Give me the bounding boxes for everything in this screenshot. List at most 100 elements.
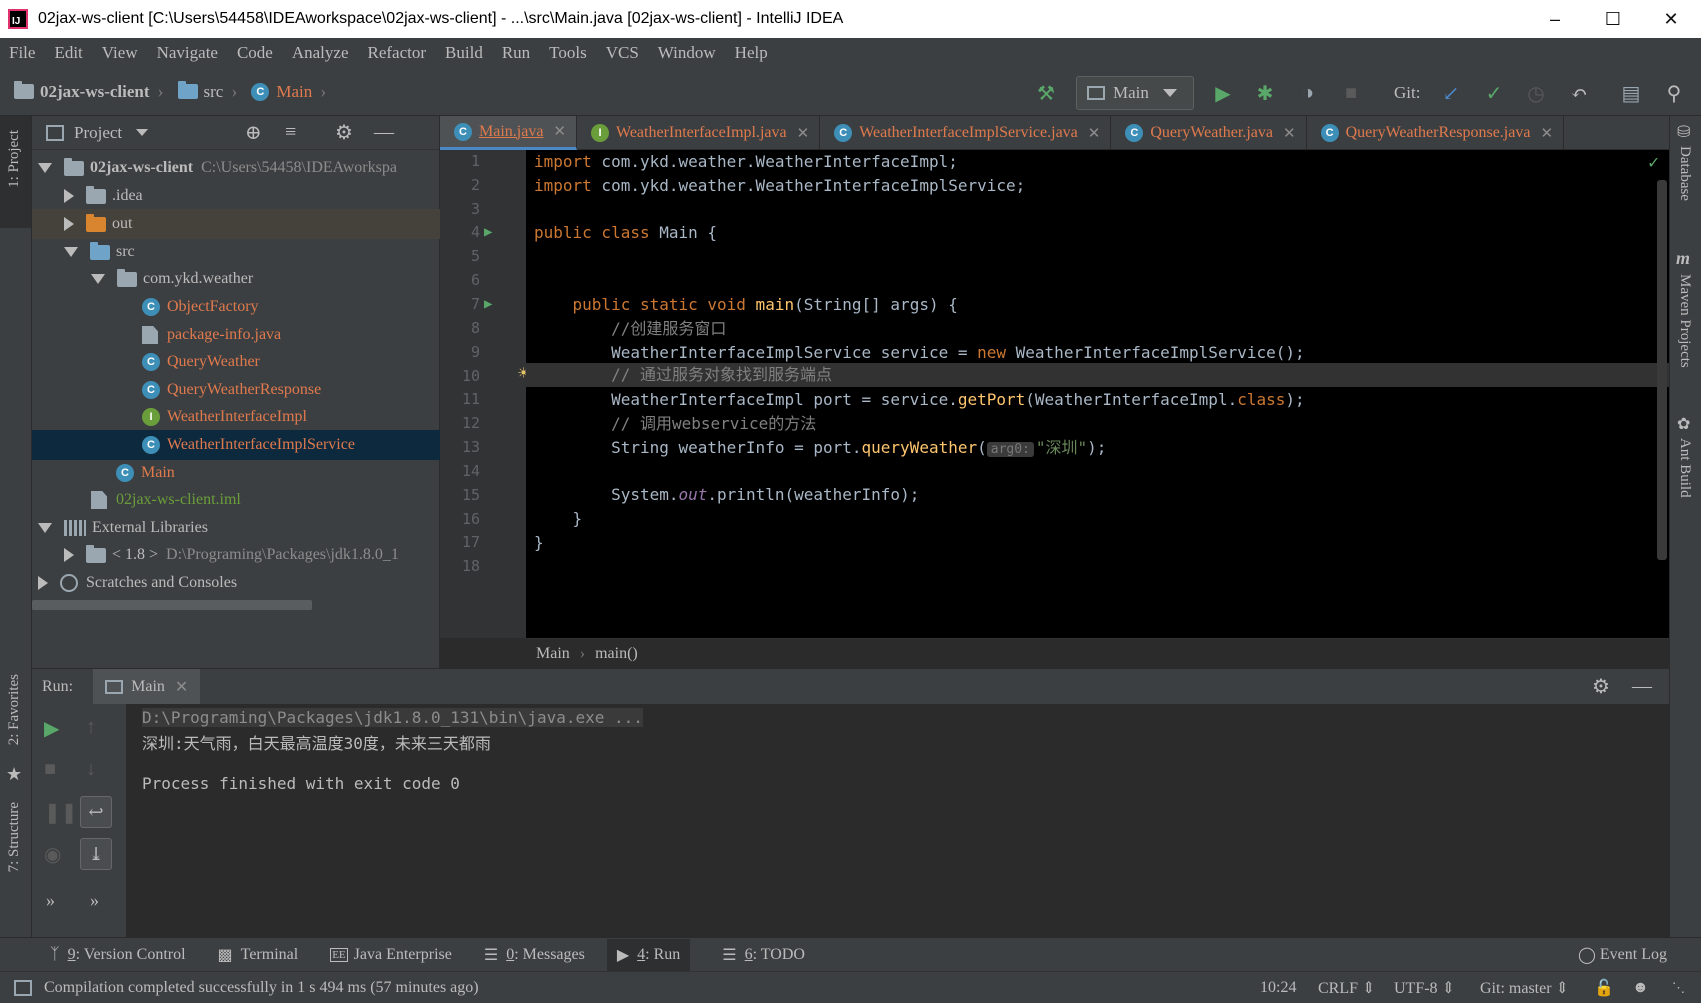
scroll-to-end-icon[interactable]: ⤓	[80, 838, 112, 870]
database-tool-button[interactable]: Database	[1676, 146, 1693, 201]
run-console[interactable]: D:\Programing\Packages\jdk1.8.0_131\bin\…	[126, 704, 1669, 937]
menu-file[interactable]: File	[9, 43, 35, 63]
menu-code[interactable]: Code	[237, 43, 273, 63]
soft-wrap-icon[interactable]: ↩	[80, 796, 112, 828]
collapsed-arrow-icon[interactable]	[64, 548, 74, 562]
tree-item-external-libraries[interactable]: External Libraries	[32, 513, 440, 543]
collapsed-arrow-icon[interactable]	[64, 217, 74, 231]
locate-icon[interactable]: ⊕	[245, 120, 262, 145]
favorites-tool-button[interactable]: 2: Favorites	[6, 674, 23, 745]
breadcrumb-class[interactable]: Main	[536, 645, 570, 663]
stop-icon[interactable]: ■	[1338, 80, 1364, 106]
camera-icon[interactable]: ◉	[44, 842, 61, 867]
stop-icon[interactable]: ■	[44, 758, 56, 781]
close-tab-icon[interactable]: ✕	[1283, 124, 1296, 143]
line-separator-select[interactable]: CRLF ⇕	[1318, 978, 1375, 998]
maximize-button[interactable]: ☐	[1584, 0, 1642, 38]
debug-bug-icon[interactable]: ✱	[1252, 80, 1278, 106]
tool-java-enterprise[interactable]: EE Java Enterprise	[330, 946, 452, 964]
close-tab-icon[interactable]: ✕	[1540, 124, 1553, 143]
menu-run[interactable]: Run	[502, 43, 530, 63]
tree-item-main[interactable]: C Main	[32, 458, 440, 488]
breadcrumb-project[interactable]: 02jax-ws-client ›	[14, 81, 164, 102]
menu-edit[interactable]: Edit	[54, 43, 82, 63]
tool-event-log[interactable]: ◯ Event Log	[1578, 945, 1667, 965]
more-icon[interactable]: »	[46, 890, 55, 911]
git-update-icon[interactable]: ↙	[1438, 80, 1464, 106]
inspector-icon[interactable]: ☻	[1632, 979, 1649, 997]
minimize-button[interactable]: –	[1526, 0, 1584, 38]
close-tab-icon[interactable]: ✕	[1088, 124, 1101, 143]
tab-weatherinterfaceimplservice[interactable]: C WeatherInterfaceImplService.java ✕	[820, 116, 1112, 150]
tool-version-control[interactable]: ᛉ 9: Version Control	[50, 946, 186, 964]
arrow-up-icon[interactable]: ↑	[86, 716, 96, 739]
hide-panel-icon[interactable]: —	[1632, 675, 1652, 698]
rerun-icon[interactable]: ▶	[44, 716, 59, 741]
tool-messages[interactable]: ☰ 0: Messages	[484, 945, 585, 965]
maven-tool-button[interactable]: Maven Projects	[1676, 274, 1693, 368]
build-hammer-icon[interactable]: ⚒	[1033, 80, 1059, 106]
run-icon[interactable]: ▶	[1210, 80, 1236, 106]
run-tab-main[interactable]: Main ✕	[93, 668, 201, 705]
project-view-label[interactable]: Project	[74, 123, 122, 143]
tree-item-project-root[interactable]: 02jax-ws-client C:\Users\54458\IDEAworks…	[32, 153, 440, 183]
more-icon[interactable]: »	[90, 890, 99, 911]
menu-vcs[interactable]: VCS	[606, 43, 639, 63]
breadcrumb-file[interactable]: C Main ›	[251, 81, 326, 102]
tool-run[interactable]: ▶ 4: Run	[606, 938, 691, 971]
tool-todo[interactable]: ☰ 6: TODO	[722, 945, 805, 965]
chevron-down-icon[interactable]	[136, 129, 149, 136]
run-gutter-icon[interactable]: ▶	[484, 296, 492, 312]
tab-main-java[interactable]: C Main.java ✕	[440, 116, 577, 150]
vertical-scrollbar[interactable]	[1657, 180, 1667, 560]
project-tool-button[interactable]: 1: Project	[0, 116, 31, 228]
close-tab-icon[interactable]: ✕	[797, 124, 810, 143]
tree-item-objectfactory[interactable]: C ObjectFactory	[32, 292, 440, 322]
expand-arrow-icon[interactable]	[64, 247, 78, 257]
inspection-ok-icon[interactable]: ✓	[1648, 152, 1659, 173]
lock-icon[interactable]: 🔓	[1594, 978, 1614, 998]
hide-panel-icon[interactable]: —	[374, 121, 394, 144]
menu-tools[interactable]: Tools	[549, 43, 587, 63]
structure-tool-button[interactable]: 7: Structure	[6, 802, 23, 872]
tree-item-package-info[interactable]: package-info.java	[32, 320, 440, 350]
tree-item-weatherinterfaceimplservice[interactable]: C WeatherInterfaceImplService	[32, 430, 440, 460]
tree-item-jdk[interactable]: < 1.8 > D:\Programing\Packages\jdk1.8.0_…	[32, 540, 440, 570]
arrow-down-icon[interactable]: ↓	[86, 758, 96, 781]
tree-item-queryweatherresponse[interactable]: C QueryWeatherResponse	[32, 375, 440, 405]
tree-item-src[interactable]: src	[32, 237, 440, 267]
expand-arrow-icon[interactable]	[38, 163, 52, 173]
ant-build-tool-button[interactable]: Ant Build	[1676, 438, 1693, 498]
tree-item-weatherinterfaceimpl[interactable]: I WeatherInterfaceImpl	[32, 402, 440, 432]
breadcrumb-src[interactable]: src ›	[177, 81, 237, 102]
expand-arrow-icon[interactable]	[38, 523, 52, 533]
project-structure-icon[interactable]: ▤	[1618, 80, 1644, 106]
gear-icon[interactable]: ⚙	[1592, 674, 1610, 699]
resize-grip-icon[interactable]: ⋱	[1672, 980, 1685, 996]
menu-navigate[interactable]: Navigate	[157, 43, 218, 63]
expand-arrow-icon[interactable]	[91, 274, 105, 284]
menu-build[interactable]: Build	[445, 43, 483, 63]
collapse-all-icon[interactable]: ≡	[285, 121, 296, 144]
run-gutter-icon[interactable]: ▶	[484, 224, 492, 240]
coverage-icon[interactable]: ◑	[1295, 80, 1321, 106]
menu-refactor[interactable]: Refactor	[368, 43, 427, 63]
tab-queryweatherresponse[interactable]: C QueryWeatherResponse.java ✕	[1307, 116, 1565, 150]
tree-item-scratches[interactable]: Scratches and Consoles	[32, 568, 440, 598]
tool-terminal[interactable]: ▩ Terminal	[218, 945, 299, 965]
toggle-tool-windows-icon[interactable]	[14, 979, 32, 996]
revert-icon[interactable]: ↶	[1566, 80, 1592, 106]
caret-position[interactable]: 10:24	[1260, 979, 1296, 997]
close-tab-icon[interactable]: ✕	[553, 122, 566, 141]
menu-window[interactable]: Window	[658, 43, 716, 63]
pause-icon[interactable]: ❚❚	[44, 800, 78, 825]
git-commit-icon[interactable]: ✓	[1481, 80, 1507, 106]
encoding-select[interactable]: UTF-8 ⇕	[1394, 978, 1455, 998]
tree-item-out[interactable]: out	[32, 209, 440, 239]
gear-icon[interactable]: ⚙	[335, 120, 353, 145]
menu-view[interactable]: View	[102, 43, 138, 63]
tab-queryweather[interactable]: C QueryWeather.java ✕	[1111, 116, 1307, 150]
close-tab-icon[interactable]: ✕	[175, 677, 188, 697]
search-icon[interactable]: ⚲	[1661, 80, 1687, 106]
menu-help[interactable]: Help	[735, 43, 768, 63]
